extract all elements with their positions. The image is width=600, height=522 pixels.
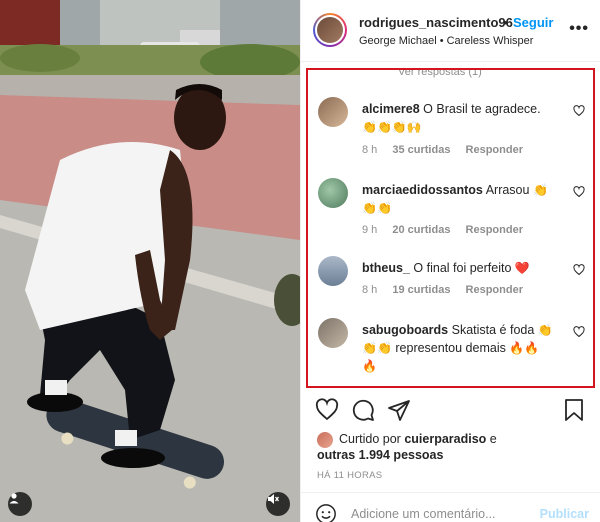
comment-icon[interactable] [351,398,375,422]
liked-by-user[interactable]: cuierparadiso [404,432,486,446]
comment-likes[interactable]: 35 curtidas [392,144,450,156]
publish-button[interactable]: Publicar [540,507,589,521]
comment-text: sabugoboards Skatista é foda 👏 👏👏 repres… [362,321,558,375]
comment-item: marciaedidossantos Arrasou 👏👏👏 9 h 20 cu… [316,178,591,238]
more-options-icon[interactable]: ••• [569,20,589,38]
header-separator: • [503,15,508,30]
like-heart-icon[interactable] [315,398,339,422]
add-comment-bar: Adicione um comentário... Publicar [301,492,600,522]
tagged-users-button[interactable] [8,492,32,516]
heart-icon[interactable] [573,326,585,338]
follow-button[interactable]: Seguir [513,15,553,30]
skateboarder-video-frame [0,0,300,522]
commenter-avatar[interactable] [318,318,348,348]
comment-body: Skatista é foda [451,323,535,337]
comment-body: Arrasou [485,183,530,197]
comment-body: O Brasil te agradece. [423,102,541,116]
comment-time[interactable]: 9 h [362,224,377,236]
post-timestamp[interactable]: HÁ 11 HORAS [317,470,382,481]
comment-emoji: 👏 [537,323,553,337]
commenter-username[interactable]: btheus_ [362,261,410,275]
comment-time[interactable]: 8 h [362,144,377,156]
commenter-username[interactable]: alcimere8 [362,102,420,116]
comment-body: O final foi perfeito [413,261,512,275]
reply-button[interactable]: Responder [466,224,523,236]
comment-meta: 9 h 20 curtidas Responder [362,224,535,236]
reply-button[interactable]: Responder [466,284,523,296]
mute-button[interactable] [266,492,290,516]
commenter-avatar[interactable] [318,97,348,127]
heart-icon[interactable] [573,186,585,198]
author-avatar[interactable] [313,13,347,47]
heart-icon[interactable] [573,264,585,276]
comment-input[interactable]: Adicione um comentário... [351,507,496,521]
comment-text: alcimere8 O Brasil te agradece. 👏👏👏🙌 [362,100,558,136]
comments-list: Ver respostas (1) alcimere8 O Brasil te … [306,68,595,388]
commenter-avatar[interactable] [318,256,348,286]
commenter-avatar[interactable] [318,178,348,208]
comment-text: btheus_ O final foi perfeito ❤️ [362,259,558,277]
comment-emoji: 👏👏👏🙌 [362,120,422,134]
comment-likes[interactable]: 20 curtidas [392,224,450,236]
post-actions [301,398,600,424]
comment-emoji: 🔥 [362,359,377,373]
user-icon [9,493,19,504]
comment-emoji: ❤️ [514,261,530,275]
heart-icon[interactable] [573,105,585,117]
comment-emoji: 👏👏 [362,341,392,355]
comment-body-continued: representou demais [395,341,506,355]
view-replies-link[interactable]: Ver respostas (1) [398,70,482,78]
comment-emoji: 🔥🔥 [509,341,540,355]
author-username[interactable]: rodrigues_nascimento96 [359,15,513,30]
comment-meta: 8 h 35 curtidas Responder [362,144,535,156]
comment-meta: 8 h 19 curtidas Responder [362,284,535,296]
commenter-username[interactable]: sabugoboards [362,323,448,337]
likes-conjunction: e [489,432,497,446]
post-header: rodrigues_nascimento96 • Seguir George M… [301,0,600,62]
comment-likes[interactable]: 19 curtidas [392,284,450,296]
commenter-username[interactable]: marciaedidossantos [362,183,483,197]
post-details-panel: rodrigues_nascimento96 • Seguir George M… [300,0,600,522]
comment-text: marciaedidossantos Arrasou 👏👏👏 [362,181,558,217]
audio-track-link[interactable]: George Michael • Careless Whisper [359,35,533,47]
liker-avatar[interactable] [317,432,333,448]
reply-button[interactable]: Responder [466,144,523,156]
share-icon[interactable] [387,398,411,422]
save-icon[interactable] [563,398,585,422]
post-video[interactable] [0,0,300,522]
likes-others-link[interactable]: outras 1.994 pessoas [317,448,443,462]
comment-item: btheus_ O final foi perfeito ❤️ 8 h 19 c… [316,256,591,306]
comment-item: sabugoboards Skatista é foda 👏 👏👏 repres… [316,318,591,386]
liked-by-label: Curtido por [339,432,401,446]
comment-item: alcimere8 O Brasil te agradece. 👏👏👏🙌 8 h… [316,97,591,157]
instagram-post: rodrigues_nascimento96 • Seguir George M… [0,0,600,522]
mute-icon [268,494,280,504]
emoji-icon[interactable] [315,503,337,522]
comment-time[interactable]: 8 h [362,284,377,296]
